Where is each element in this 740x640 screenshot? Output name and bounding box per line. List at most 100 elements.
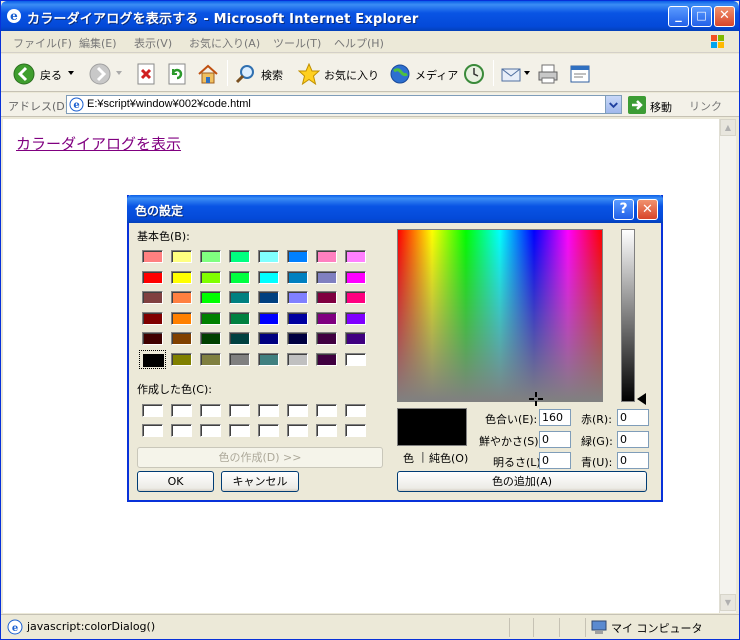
blue-field[interactable]: 0 (617, 452, 649, 469)
mail-icon[interactable] (501, 63, 523, 85)
basic-color-swatch[interactable] (313, 329, 340, 348)
menu-help[interactable]: ヘルプ(H) (334, 35, 384, 51)
basic-color-swatch[interactable] (139, 268, 166, 287)
solid-color-label[interactable]: 純色(O) (429, 450, 468, 466)
custom-color-swatch[interactable] (168, 401, 195, 420)
home-icon[interactable] (197, 63, 219, 85)
basic-color-swatch[interactable] (255, 329, 282, 348)
basic-color-swatch[interactable] (255, 309, 282, 328)
basic-color-swatch[interactable] (168, 350, 195, 369)
basic-color-swatch[interactable] (313, 247, 340, 266)
custom-color-swatch[interactable] (284, 421, 311, 440)
basic-color-swatch[interactable] (168, 288, 195, 307)
basic-color-swatch[interactable] (342, 309, 369, 328)
edit-icon[interactable] (569, 63, 591, 85)
search-button-label[interactable]: 検索 (261, 67, 283, 83)
address-input[interactable]: e E:¥script¥window¥002¥code.html (66, 95, 622, 114)
basic-color-swatch[interactable] (139, 309, 166, 328)
search-icon[interactable] (235, 63, 257, 85)
basic-color-swatch[interactable] (284, 247, 311, 266)
menu-view[interactable]: 表示(V) (134, 35, 172, 51)
basic-color-swatch[interactable] (255, 288, 282, 307)
vertical-scrollbar[interactable]: ▲ ▼ (719, 119, 736, 613)
basic-color-swatch[interactable] (197, 309, 224, 328)
basic-color-swatch[interactable] (342, 268, 369, 287)
crosshair-icon[interactable] (529, 392, 543, 406)
close-button[interactable]: ✕ (714, 6, 735, 27)
custom-color-swatch[interactable] (342, 421, 369, 440)
custom-color-swatch[interactable] (168, 421, 195, 440)
custom-color-swatch[interactable] (197, 401, 224, 420)
basic-color-swatch[interactable] (226, 309, 253, 328)
basic-color-swatch[interactable] (342, 329, 369, 348)
minimize-button[interactable]: _ (668, 6, 689, 27)
menu-tools[interactable]: ツール(T) (273, 35, 321, 51)
back-button-label[interactable]: 戻る (40, 67, 62, 83)
scroll-down-button[interactable]: ▼ (720, 594, 736, 611)
basic-color-swatch[interactable] (197, 247, 224, 266)
favorites-star-icon[interactable] (298, 63, 320, 85)
basic-color-swatch[interactable] (284, 288, 311, 307)
menu-favorites[interactable]: お気に入り(A) (189, 35, 260, 51)
basic-color-swatch[interactable] (197, 268, 224, 287)
custom-color-swatch[interactable] (139, 401, 166, 420)
custom-color-swatch[interactable] (226, 421, 253, 440)
basic-color-swatch[interactable] (313, 350, 340, 369)
basic-color-swatch[interactable] (255, 350, 282, 369)
back-dropdown-icon[interactable] (67, 69, 75, 77)
back-arrow-icon[interactable] (13, 63, 35, 85)
cancel-button[interactable]: キャンセル (221, 471, 299, 492)
hue-field[interactable]: 160 (539, 409, 571, 426)
basic-color-swatch[interactable] (342, 288, 369, 307)
basic-color-swatch[interactable] (197, 350, 224, 369)
favorites-button-label[interactable]: お気に入り (324, 67, 379, 83)
ok-button[interactable]: OK (137, 471, 214, 492)
red-field[interactable]: 0 (617, 409, 649, 426)
basic-color-swatch[interactable] (168, 329, 195, 348)
refresh-icon[interactable] (166, 63, 188, 85)
color-spectrum[interactable] (397, 229, 603, 406)
stop-icon[interactable] (135, 63, 157, 85)
basic-color-swatch[interactable] (168, 268, 195, 287)
custom-color-swatch[interactable] (139, 421, 166, 440)
basic-color-swatch[interactable] (168, 309, 195, 328)
basic-color-swatch[interactable] (342, 247, 369, 266)
saturation-field[interactable]: 0 (539, 431, 571, 448)
luminosity-arrow-icon[interactable] (637, 393, 646, 405)
basic-color-swatch[interactable] (226, 350, 253, 369)
dialog-close-button[interactable]: ✕ (637, 199, 658, 220)
basic-color-swatch[interactable] (255, 268, 282, 287)
basic-color-swatch[interactable] (284, 329, 311, 348)
custom-color-swatch[interactable] (284, 401, 311, 420)
basic-color-swatch[interactable] (226, 288, 253, 307)
show-color-dialog-link[interactable]: カラーダイアログを表示 (16, 133, 181, 154)
print-icon[interactable] (537, 63, 559, 85)
luminosity-bar[interactable] (621, 229, 635, 402)
menu-file[interactable]: ファイル(F) (13, 35, 72, 51)
basic-color-swatch[interactable] (197, 329, 224, 348)
custom-color-swatch[interactable] (342, 401, 369, 420)
basic-color-swatch[interactable] (139, 349, 166, 369)
green-field[interactable]: 0 (617, 431, 649, 448)
basic-color-swatch[interactable] (226, 268, 253, 287)
links-button[interactable]: リンク (689, 98, 722, 114)
basic-color-swatch[interactable] (284, 350, 311, 369)
scroll-up-button[interactable]: ▲ (720, 119, 736, 136)
custom-color-swatch[interactable] (255, 421, 282, 440)
add-to-custom-colors-button[interactable]: 色の追加(A) (397, 471, 647, 492)
basic-color-swatch[interactable] (342, 350, 369, 369)
go-button[interactable]: 移動 (628, 96, 680, 114)
address-dropdown-icon[interactable] (605, 96, 621, 113)
luminosity-field[interactable]: 0 (539, 452, 571, 469)
media-globe-icon[interactable] (389, 63, 411, 85)
custom-color-swatch[interactable] (313, 401, 340, 420)
basic-color-swatch[interactable] (284, 268, 311, 287)
custom-color-swatch[interactable] (197, 421, 224, 440)
media-button-label[interactable]: メディア (415, 67, 458, 83)
maximize-button[interactable]: □ (691, 6, 712, 27)
basic-color-swatch[interactable] (139, 288, 166, 307)
mail-dropdown-icon[interactable] (523, 69, 531, 77)
basic-color-swatch[interactable] (226, 329, 253, 348)
basic-color-swatch[interactable] (313, 288, 340, 307)
basic-color-swatch[interactable] (168, 247, 195, 266)
